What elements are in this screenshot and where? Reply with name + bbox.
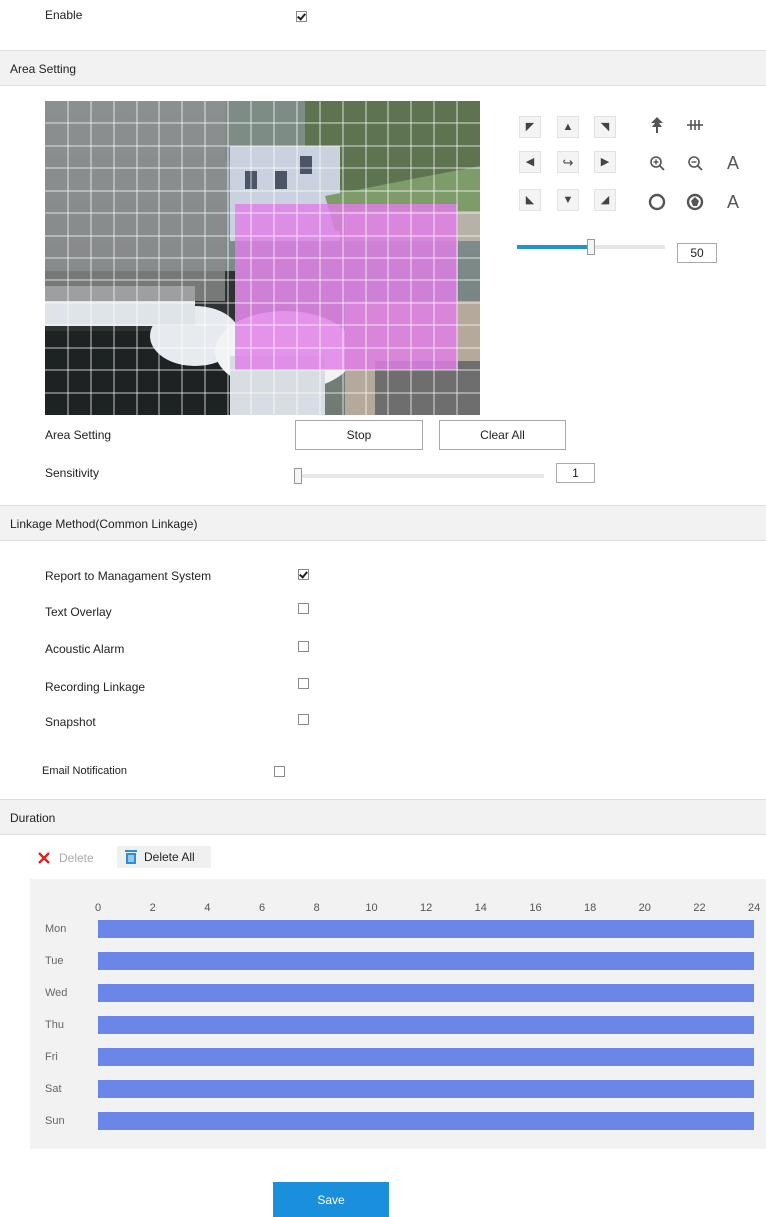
schedule-bar[interactable]	[98, 1016, 754, 1034]
camera-scene-image	[45, 101, 480, 415]
arrow-right-icon[interactable]: ▶	[594, 151, 616, 173]
day-label: Sat	[45, 1083, 62, 1095]
area-setting-section-header: Area Setting	[0, 50, 766, 86]
day-label: Sun	[45, 1115, 65, 1127]
day-label: Fri	[45, 1051, 58, 1063]
trash-icon	[125, 850, 137, 864]
snapshot-checkbox[interactable]	[298, 714, 309, 725]
arrow-down-icon[interactable]: ▼	[557, 189, 579, 211]
email-notification-label: Email Notification	[42, 765, 127, 777]
hour-label: 10	[365, 902, 378, 914]
hour-label: 20	[638, 902, 651, 914]
schedule-bar[interactable]	[98, 1112, 754, 1130]
video-preview[interactable]	[45, 101, 480, 415]
day-label: Tue	[45, 955, 64, 967]
hour-label: 18	[584, 902, 597, 914]
motion-detection-area	[235, 204, 458, 370]
hour-label: 0	[95, 902, 102, 914]
hour-label: 2	[149, 902, 156, 914]
rotate-icon[interactable]: ↪	[557, 151, 579, 173]
stop-button[interactable]: Stop	[295, 420, 423, 450]
arrow-up-icon[interactable]: ▲	[557, 116, 579, 138]
linkage-section-header: Linkage Method(Common Linkage)	[0, 505, 766, 541]
hour-label: 24	[748, 902, 761, 914]
ptz-speed-value[interactable]: 50	[677, 243, 717, 263]
enable-checkbox[interactable]	[296, 11, 307, 22]
report-to-management-checkbox[interactable]	[298, 569, 309, 580]
arrow-left-icon[interactable]: ◀	[519, 151, 541, 173]
arrow-down-left-icon[interactable]: ◣	[519, 189, 541, 211]
ptz-speed-slider[interactable]	[517, 239, 665, 255]
delete-x-icon	[38, 852, 50, 864]
focus-near-icon[interactable]	[683, 113, 707, 137]
hour-label: 4	[204, 902, 211, 914]
arrow-up-right-icon[interactable]: ◥	[594, 116, 616, 138]
zoom-in-icon[interactable]	[645, 151, 669, 175]
day-label: Wed	[45, 987, 68, 999]
sensitivity-slider[interactable]	[294, 468, 544, 484]
hour-label: 6	[259, 902, 266, 914]
recording-linkage-label: Recording Linkage	[45, 680, 146, 694]
schedule-bar[interactable]	[98, 984, 754, 1002]
email-notification-checkbox[interactable]	[274, 766, 285, 777]
recording-linkage-checkbox[interactable]	[298, 678, 309, 689]
hour-label: 16	[529, 902, 542, 914]
auto-iris-icon[interactable]: A	[721, 190, 745, 214]
zoom-out-icon[interactable]	[683, 151, 707, 175]
iris-close-icon[interactable]	[645, 190, 669, 214]
sensitivity-label: Sensitivity	[45, 466, 100, 480]
section-title: Linkage Method(Common Linkage)	[10, 517, 198, 531]
day-label: Thu	[45, 1019, 64, 1031]
delete-button[interactable]: Delete	[37, 848, 94, 868]
snapshot-label: Snapshot	[45, 715, 96, 729]
auto-zoom-icon[interactable]: A	[721, 151, 745, 175]
schedule-bar[interactable]	[98, 1080, 754, 1098]
delete-all-label: Delete All	[144, 850, 195, 864]
sensitivity-value[interactable]: 1	[556, 463, 595, 483]
section-title: Duration	[10, 811, 56, 825]
delete-label: Delete	[59, 851, 94, 865]
section-title: Area Setting	[10, 62, 77, 76]
text-overlay-checkbox[interactable]	[298, 603, 309, 614]
schedule-bar[interactable]	[98, 920, 754, 938]
clear-all-button[interactable]: Clear All	[439, 420, 566, 450]
ptz-speed-handle[interactable]	[587, 239, 595, 255]
arrow-up-left-icon[interactable]: ◤	[519, 116, 541, 138]
day-label: Mon	[45, 923, 67, 935]
acoustic-alarm-label: Acoustic Alarm	[45, 642, 125, 656]
report-to-management-label: Report to Managament System	[45, 569, 212, 583]
area-setting-label: Area Setting	[45, 428, 112, 442]
hour-label: 12	[420, 902, 433, 914]
hour-label: 8	[313, 902, 320, 914]
hour-label: 14	[474, 902, 487, 914]
arrow-down-right-icon[interactable]: ◢	[594, 189, 616, 211]
hour-label: 22	[693, 902, 706, 914]
delete-all-button[interactable]: Delete All	[117, 846, 211, 868]
iris-open-icon[interactable]	[683, 190, 707, 214]
schedule-bar[interactable]	[98, 1048, 754, 1066]
sensitivity-handle[interactable]	[294, 468, 302, 484]
schedule-bar[interactable]	[98, 952, 754, 970]
acoustic-alarm-checkbox[interactable]	[298, 641, 309, 652]
focus-far-icon[interactable]	[645, 113, 669, 137]
save-button[interactable]: Save	[273, 1182, 389, 1217]
text-overlay-label: Text Overlay	[45, 605, 112, 619]
duration-section-header: Duration	[0, 799, 766, 835]
enable-label: Enable	[45, 8, 83, 22]
